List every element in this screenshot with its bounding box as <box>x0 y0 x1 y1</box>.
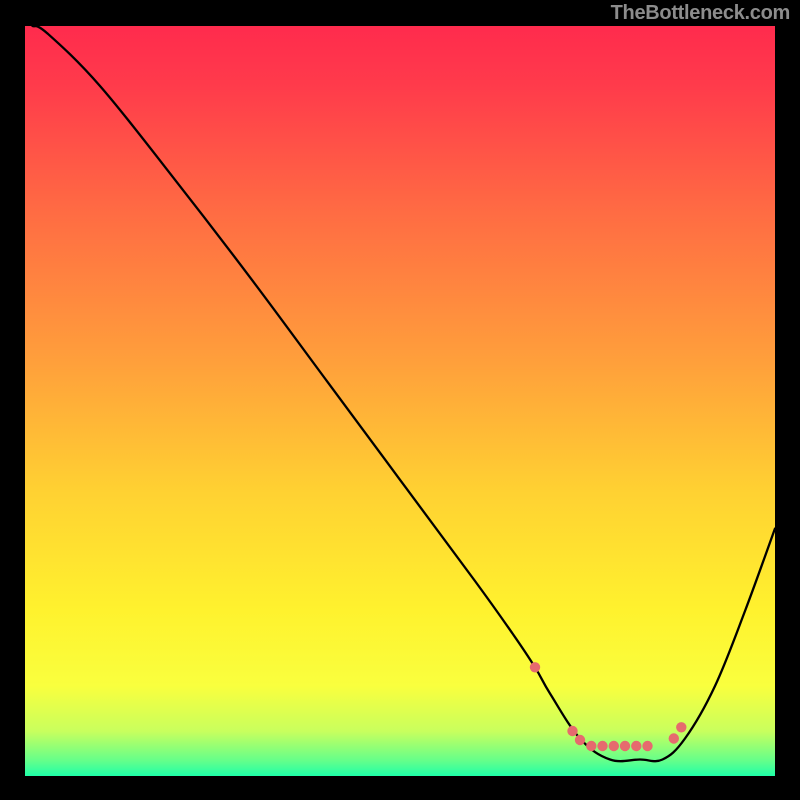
marker-dot <box>669 733 679 743</box>
marker-dot <box>567 726 577 736</box>
bottleneck-chart <box>25 26 775 776</box>
gradient-background <box>25 26 775 776</box>
marker-dot <box>620 741 630 751</box>
marker-dot <box>597 741 607 751</box>
marker-dot <box>642 741 652 751</box>
marker-dot <box>609 741 619 751</box>
attribution-label: TheBottleneck.com <box>611 2 790 25</box>
marker-dot <box>530 662 540 672</box>
chart-container: TheBottleneck.com <box>0 0 800 800</box>
marker-dot <box>676 722 686 732</box>
marker-dot <box>586 741 596 751</box>
marker-dot <box>575 735 585 745</box>
marker-dot <box>631 741 641 751</box>
